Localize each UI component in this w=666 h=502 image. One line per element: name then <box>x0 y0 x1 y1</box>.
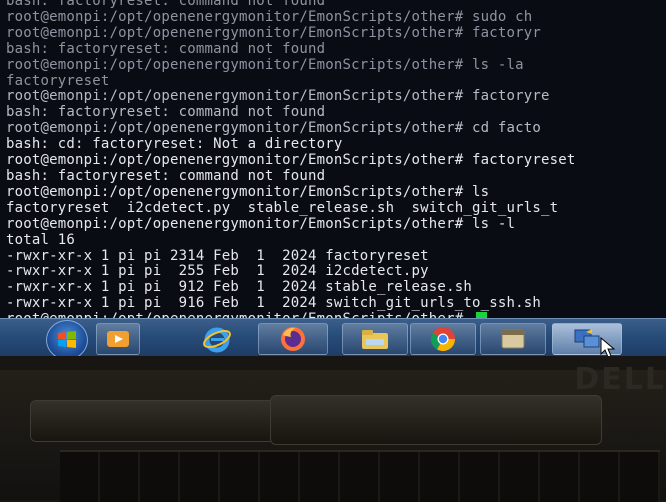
dell-logo: DELL <box>574 362 666 397</box>
terminal-line: bash: factoryreset: command not found <box>6 40 326 57</box>
firefox-icon <box>281 327 305 351</box>
terminal-line: root@emonpi:/opt/openenergymonitor/EmonS… <box>6 152 576 169</box>
terminal-line: root@emonpi:/opt/openenergymonitor/EmonS… <box>6 215 516 232</box>
terminal-line: -rwxr-xr-x 1 pi pi 912 Feb 1 2024 stable… <box>6 279 472 296</box>
taskbar-chrome-button[interactable] <box>410 323 476 355</box>
mouse-pointer-icon <box>600 337 616 356</box>
laptop-hinge-center <box>270 395 602 445</box>
chrome-icon <box>430 327 455 352</box>
taskbar <box>0 318 666 356</box>
start-button[interactable] <box>46 320 88 356</box>
laptop-screen: bash: factoryreset: command not found ro… <box>0 0 666 356</box>
terminal-line: bash: cd: factoryreset: Not a directory <box>6 136 343 153</box>
terminal-line: -rwxr-xr-x 1 pi pi 916 Feb 1 2024 switch… <box>6 295 541 312</box>
windows-start-icon <box>58 331 76 348</box>
file-explorer-icon <box>362 330 388 349</box>
terminal-line: root@emonpi:/opt/openenergymonitor/EmonS… <box>6 183 490 200</box>
taskbar-firefox-button[interactable] <box>258 323 328 355</box>
terminal-line: root@emonpi:/opt/openenergymonitor/EmonS… <box>6 8 533 25</box>
taskbar-file-explorer-button[interactable] <box>342 323 408 355</box>
terminal-line: factoryreset i2cdetect.py stable_release… <box>6 199 559 216</box>
terminal-line: -rwxr-xr-x 1 pi pi 2314 Feb 1 2024 facto… <box>6 247 429 264</box>
terminal-line: factoryreset <box>6 72 110 89</box>
laptop-keyboard <box>60 450 660 502</box>
terminal-line: -rwxr-xr-x 1 pi pi 255 Feb 1 2024 i2cdet… <box>6 263 429 280</box>
taskbar-media-player-button[interactable] <box>96 323 140 355</box>
laptop-hinge-left <box>30 400 282 442</box>
terminal-window[interactable]: bash: factoryreset: command not found ro… <box>6 0 666 324</box>
terminal-line: root@emonpi:/opt/openenergymonitor/EmonS… <box>6 56 524 73</box>
internet-explorer-icon <box>203 327 231 353</box>
terminal-line: root@emonpi:/opt/openenergymonitor/EmonS… <box>6 88 550 105</box>
terminal-line: root@emonpi:/opt/openenergymonitor/EmonS… <box>6 24 541 41</box>
terminal-line: bash: factoryreset: command not found <box>6 104 326 121</box>
terminal-line: bash: factoryreset: command not found <box>6 167 326 184</box>
media-player-icon <box>107 331 129 347</box>
taskbar-internet-explorer-button[interactable] <box>182 323 252 355</box>
app-window-icon <box>501 329 525 349</box>
remote-connection-icon <box>574 329 600 348</box>
terminal-line: total 16 <box>6 231 76 248</box>
taskbar-app-button[interactable] <box>480 323 546 355</box>
terminal-line: root@emonpi:/opt/openenergymonitor/EmonS… <box>6 120 541 137</box>
